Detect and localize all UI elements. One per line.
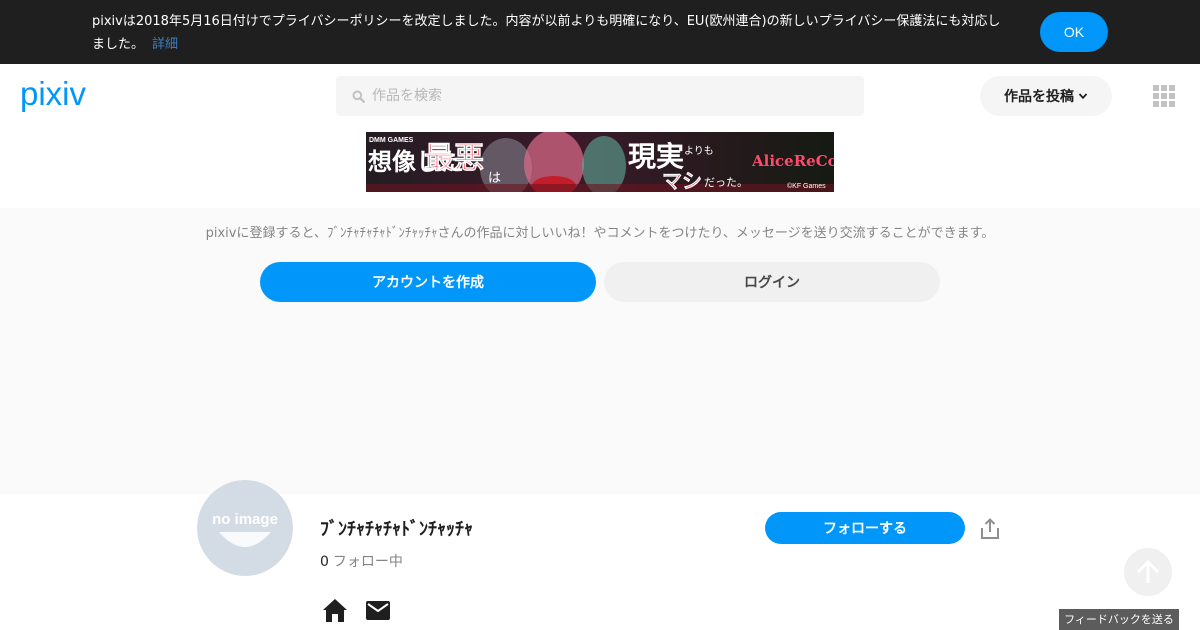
mail-icon[interactable]: [366, 601, 390, 620]
banner-headline: は: [488, 171, 501, 186]
feedback-button[interactable]: フィードバックを送る: [1059, 609, 1179, 630]
privacy-details-link[interactable]: 詳細: [152, 37, 178, 52]
search-box[interactable]: [336, 76, 864, 116]
following-label: フォロー中: [332, 554, 403, 570]
signup-message: pixivに登録すると、ﾌﾞﾝﾁｬﾁｬﾁｬﾄﾞﾝﾁｬｯﾁｬさんの作品に対しいいね…: [205, 226, 995, 241]
follow-button[interactable]: フォローする: [765, 512, 965, 544]
site-header: pixiv 作品を投稿: [0, 64, 1200, 128]
following-stat[interactable]: 0 フォロー中: [320, 551, 403, 571]
home-icon[interactable]: [323, 598, 347, 622]
profile-username: ﾌﾞﾝﾁｬﾁｬﾁｬﾄﾞﾝﾁｬｯﾁｬ: [320, 519, 473, 540]
following-count: 0: [320, 554, 329, 570]
banner-brand: DMM GAMES: [369, 137, 414, 144]
privacy-notice-message: pixivは2018年5月16日付けでプライバシーポリシーを改定しました。内容が…: [92, 14, 1001, 52]
search-icon: [352, 90, 365, 103]
create-account-button[interactable]: アカウントを作成: [260, 262, 596, 302]
banner-game-logo: AliceReCode: [751, 152, 834, 170]
privacy-notice-bar: pixivは2018年5月16日付けでプライバシーポリシーを改定しました。内容が…: [0, 0, 1200, 64]
scroll-to-top-button[interactable]: [1124, 548, 1172, 596]
avatar[interactable]: no image: [197, 480, 293, 576]
avatar-placeholder-text: no image: [212, 511, 278, 528]
privacy-ok-button[interactable]: OK: [1040, 12, 1108, 52]
pixiv-logo[interactable]: pixiv: [20, 77, 104, 113]
banner-headline: だった。: [704, 176, 748, 189]
pixiv-logo-text: pixiv: [20, 77, 87, 112]
search-input[interactable]: [372, 76, 852, 116]
post-work-label: 作品を投稿: [1004, 89, 1074, 105]
banner-headline: マシ: [662, 169, 702, 192]
banner-headline: 最悪: [424, 141, 484, 176]
login-button[interactable]: ログイン: [604, 262, 940, 302]
chevron-down-icon: [1078, 93, 1088, 100]
privacy-notice-text: pixivは2018年5月16日付けでプライバシーポリシーを改定しました。内容が…: [92, 10, 1012, 56]
signup-section: pixivに登録すると、ﾌﾞﾝﾁｬﾁｬﾁｬﾄﾞﾝﾁｬｯﾁｬさんの作品に対しいいね…: [0, 208, 1200, 494]
banner-headline: よりも: [684, 145, 714, 157]
post-work-button[interactable]: 作品を投稿: [980, 76, 1112, 116]
ad-banner[interactable]: DMM GAMES 想像した 最悪 は 現実 よりも マシ だった。 Alice…: [366, 132, 834, 192]
share-icon[interactable]: [979, 517, 1001, 541]
banner-copyright: ©KF Games: [787, 182, 826, 190]
apps-grid-icon[interactable]: [1153, 85, 1175, 107]
